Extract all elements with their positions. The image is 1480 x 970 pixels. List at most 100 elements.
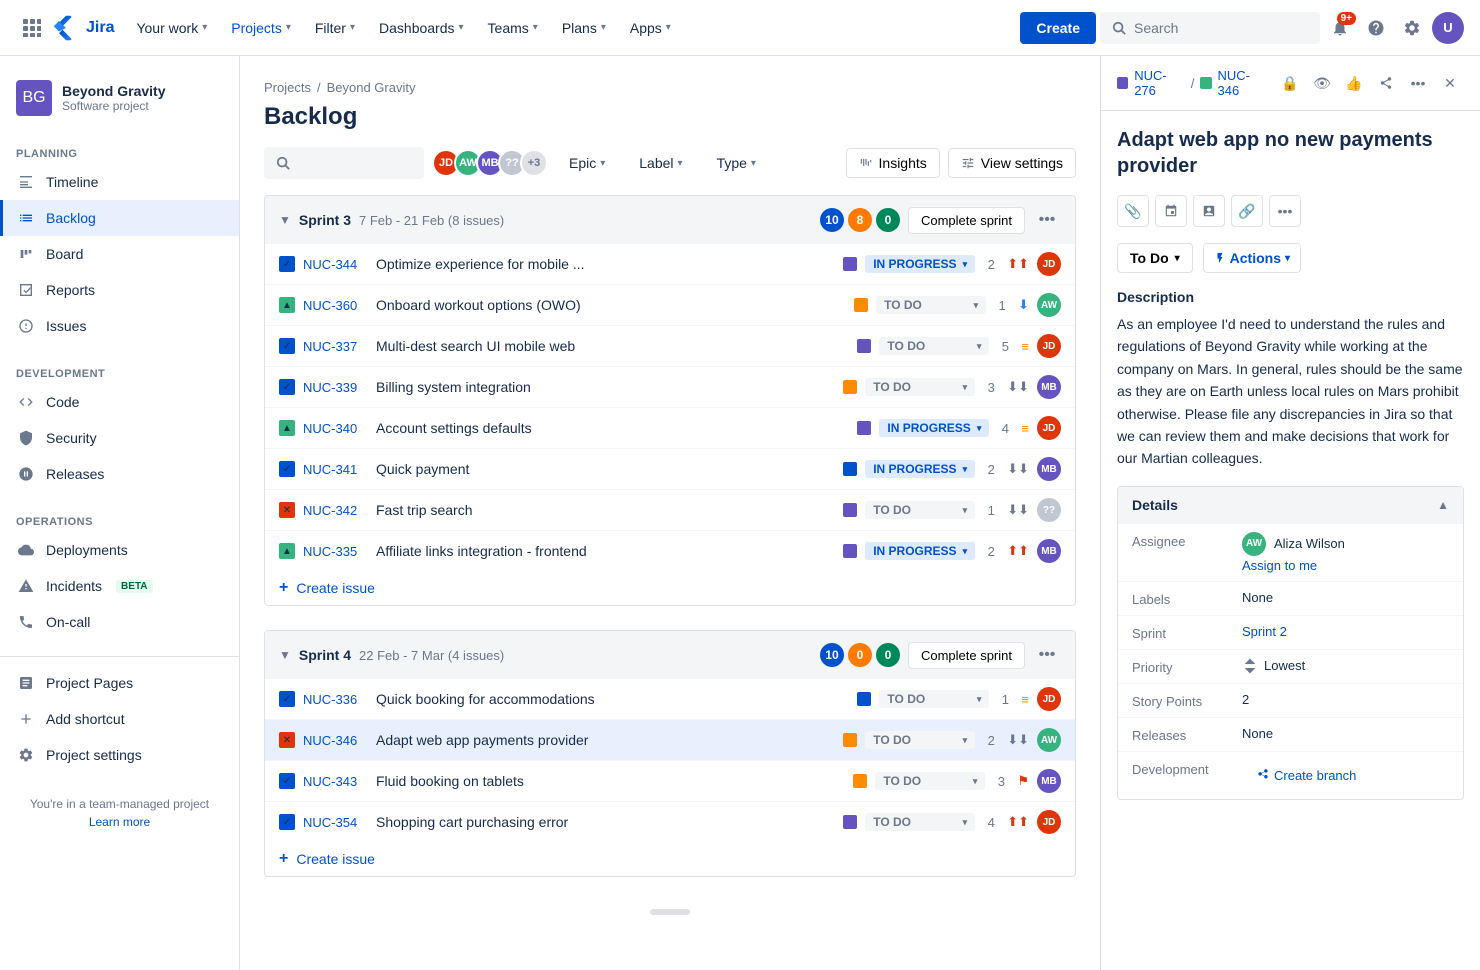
priority-value: Lowest (1242, 658, 1449, 674)
issue-status-badge[interactable]: TO DO ▾ (865, 813, 975, 831)
jira-logo[interactable]: Jira (52, 14, 114, 42)
issue-row[interactable]: ✓ NUC-336 Quick booking for accommodatio… (265, 679, 1075, 720)
issue-status-badge[interactable]: IN PROGRESS ▾ (865, 542, 975, 560)
parent-key-link[interactable]: NUC-276 (1134, 68, 1185, 98)
details-releases-row: Releases None (1118, 717, 1463, 751)
sidebar-item-oncall[interactable]: On-call (0, 604, 239, 640)
search-box[interactable]: Search (1100, 12, 1320, 44)
sidebar-item-releases[interactable]: Releases (0, 456, 239, 492)
nav-apps[interactable]: Apps ▾ (620, 14, 681, 42)
issue-row[interactable]: ✓ NUC-344 Optimize experience for mobile… (265, 244, 1075, 285)
nav-filter[interactable]: Filter ▾ (305, 14, 365, 42)
link-tree-button[interactable] (1155, 195, 1187, 227)
nav-plans[interactable]: Plans ▾ (552, 14, 616, 42)
sidebar-item-security[interactable]: Security (0, 420, 239, 456)
sidebar-item-add-shortcut[interactable]: Add shortcut (0, 701, 239, 737)
type-filter-button[interactable]: Type ▾ (704, 148, 769, 178)
close-button[interactable]: ✕ (1436, 69, 1464, 97)
attach-button[interactable]: 📎 (1117, 195, 1149, 227)
issue-row[interactable]: ▲ NUC-360 Onboard workout options (OWO) … (265, 285, 1075, 326)
nav-projects[interactable]: Projects ▾ (221, 14, 301, 42)
issue-status-badge[interactable]: IN PROGRESS ▾ (865, 460, 975, 478)
issue-status-badge[interactable]: TO DO ▾ (875, 772, 985, 790)
issue-row[interactable]: ✕ NUC-346 Adapt web app payments provide… (265, 720, 1075, 761)
sidebar-item-deployments[interactable]: Deployments (0, 532, 239, 568)
like-button[interactable]: 👍 (1340, 69, 1368, 97)
sprint-value[interactable]: Sprint 2 (1242, 624, 1449, 639)
lock-button[interactable]: 🔒 (1276, 69, 1304, 97)
insights-button[interactable]: Insights (846, 148, 940, 178)
notifications-button[interactable]: 9+ (1324, 12, 1356, 44)
issue-status-badge[interactable]: TO DO ▾ (879, 337, 989, 355)
child-issue-button[interactable] (1193, 195, 1225, 227)
more-tools-button[interactable]: ••• (1269, 195, 1301, 227)
issue-row[interactable]: ✓ NUC-341 Quick payment IN PROGRESS ▾ 2 … (265, 449, 1075, 490)
create-branch-link[interactable]: Create branch (1242, 760, 1449, 791)
sprint4-create-issue[interactable]: + Create issue (265, 842, 1075, 876)
status-button[interactable]: To Do ▾ (1117, 243, 1193, 273)
sidebar-item-code[interactable]: Code (0, 384, 239, 420)
sidebar-item-board[interactable]: Board (0, 236, 239, 272)
label-filter-button[interactable]: Label ▾ (626, 148, 695, 178)
sidebar-item-timeline[interactable]: Timeline (0, 164, 239, 200)
nav-your-work[interactable]: Your work ▾ (126, 14, 217, 42)
sprint4-complete-button[interactable]: Complete sprint (908, 642, 1025, 669)
create-button[interactable]: Create (1020, 12, 1096, 44)
sprint3-header[interactable]: ▼ Sprint 3 7 Feb - 21 Feb (8 issues) 10 … (265, 196, 1075, 244)
sprint3-complete-button[interactable]: Complete sprint (908, 207, 1025, 234)
divider-handle[interactable] (264, 901, 1076, 923)
issue-status-badge[interactable]: TO DO ▾ (865, 501, 975, 519)
grid-icon[interactable] (16, 12, 48, 44)
issue-status-badge[interactable]: TO DO ▾ (876, 296, 986, 314)
issue-assignee-avatar: AW (1037, 293, 1061, 317)
view-settings-button[interactable]: View settings (948, 148, 1076, 178)
issue-row[interactable]: ✓ NUC-339 Billing system integration TO … (265, 367, 1075, 408)
avatar-filter-more[interactable]: +3 (520, 149, 548, 177)
issue-status-badge[interactable]: TO DO ▾ (879, 690, 989, 708)
issue-status-badge[interactable]: IN PROGRESS ▾ (879, 419, 989, 437)
nav-teams[interactable]: Teams ▾ (478, 14, 548, 42)
sidebar-item-backlog[interactable]: Backlog (0, 200, 239, 236)
sprint4-menu-button[interactable]: ••• (1033, 641, 1061, 669)
issue-type-icon: ✕ (279, 502, 295, 518)
sidebar-item-issues[interactable]: Issues (0, 308, 239, 344)
settings-button[interactable] (1396, 12, 1428, 44)
issue-row[interactable]: ✕ NUC-342 Fast trip search TO DO ▾ 1 ⬇⬇ … (265, 490, 1075, 531)
sidebar-item-project-settings[interactable]: Project settings (0, 737, 239, 773)
labels-label: Labels (1132, 590, 1242, 607)
details-header[interactable]: Details ▲ (1118, 487, 1463, 523)
learn-more-link[interactable]: Learn more (16, 815, 223, 829)
breadcrumb-project-link[interactable]: Beyond Gravity (327, 80, 416, 95)
labels-value: None (1242, 590, 1449, 605)
sidebar-item-incidents[interactable]: Incidents BETA (0, 568, 239, 604)
watch-button[interactable]: 👁 (1308, 69, 1336, 97)
key-icon (1200, 77, 1211, 89)
sprint3-menu-button[interactable]: ••• (1033, 206, 1061, 234)
sprint3-create-issue[interactable]: + Create issue (265, 571, 1075, 605)
assign-me-link[interactable]: Assign to me (1242, 558, 1449, 573)
share-button[interactable] (1372, 69, 1400, 97)
issue-status-badge[interactable]: TO DO ▾ (865, 378, 975, 396)
issue-row[interactable]: ✓ NUC-337 Multi-dest search UI mobile we… (265, 326, 1075, 367)
issue-row[interactable]: ✓ NUC-343 Fluid booking on tablets TO DO… (265, 761, 1075, 802)
backlog-search[interactable] (264, 147, 424, 179)
key-link[interactable]: NUC-346 (1218, 68, 1269, 98)
sidebar-item-project-pages[interactable]: Project Pages (0, 665, 239, 701)
issue-row[interactable]: ▲ NUC-340 Account settings defaults IN P… (265, 408, 1075, 449)
breadcrumb-projects-link[interactable]: Projects (264, 80, 311, 95)
issue-row[interactable]: ✓ NUC-354 Shopping cart purchasing error… (265, 802, 1075, 842)
issue-row[interactable]: ▲ NUC-335 Affiliate links integration - … (265, 531, 1075, 571)
help-button[interactable] (1360, 12, 1392, 44)
actions-button[interactable]: Actions ▾ (1203, 243, 1301, 273)
user-avatar[interactable]: U (1432, 12, 1464, 44)
issue-status-badge[interactable]: TO DO ▾ (865, 731, 975, 749)
more-button[interactable]: ••• (1404, 69, 1432, 97)
sprint4-header[interactable]: ▼ Sprint 4 22 Feb - 7 Mar (4 issues) 10 … (265, 631, 1075, 679)
issue-status-badge[interactable]: IN PROGRESS ▾ (865, 255, 975, 273)
epic-filter-button[interactable]: Epic ▾ (556, 148, 618, 178)
sidebar-item-reports[interactable]: Reports (0, 272, 239, 308)
project-name: Beyond Gravity (62, 83, 165, 99)
nav-dashboards[interactable]: Dashboards ▾ (369, 14, 474, 42)
backlog-search-input[interactable] (296, 155, 396, 171)
link-button[interactable]: 🔗 (1231, 195, 1263, 227)
